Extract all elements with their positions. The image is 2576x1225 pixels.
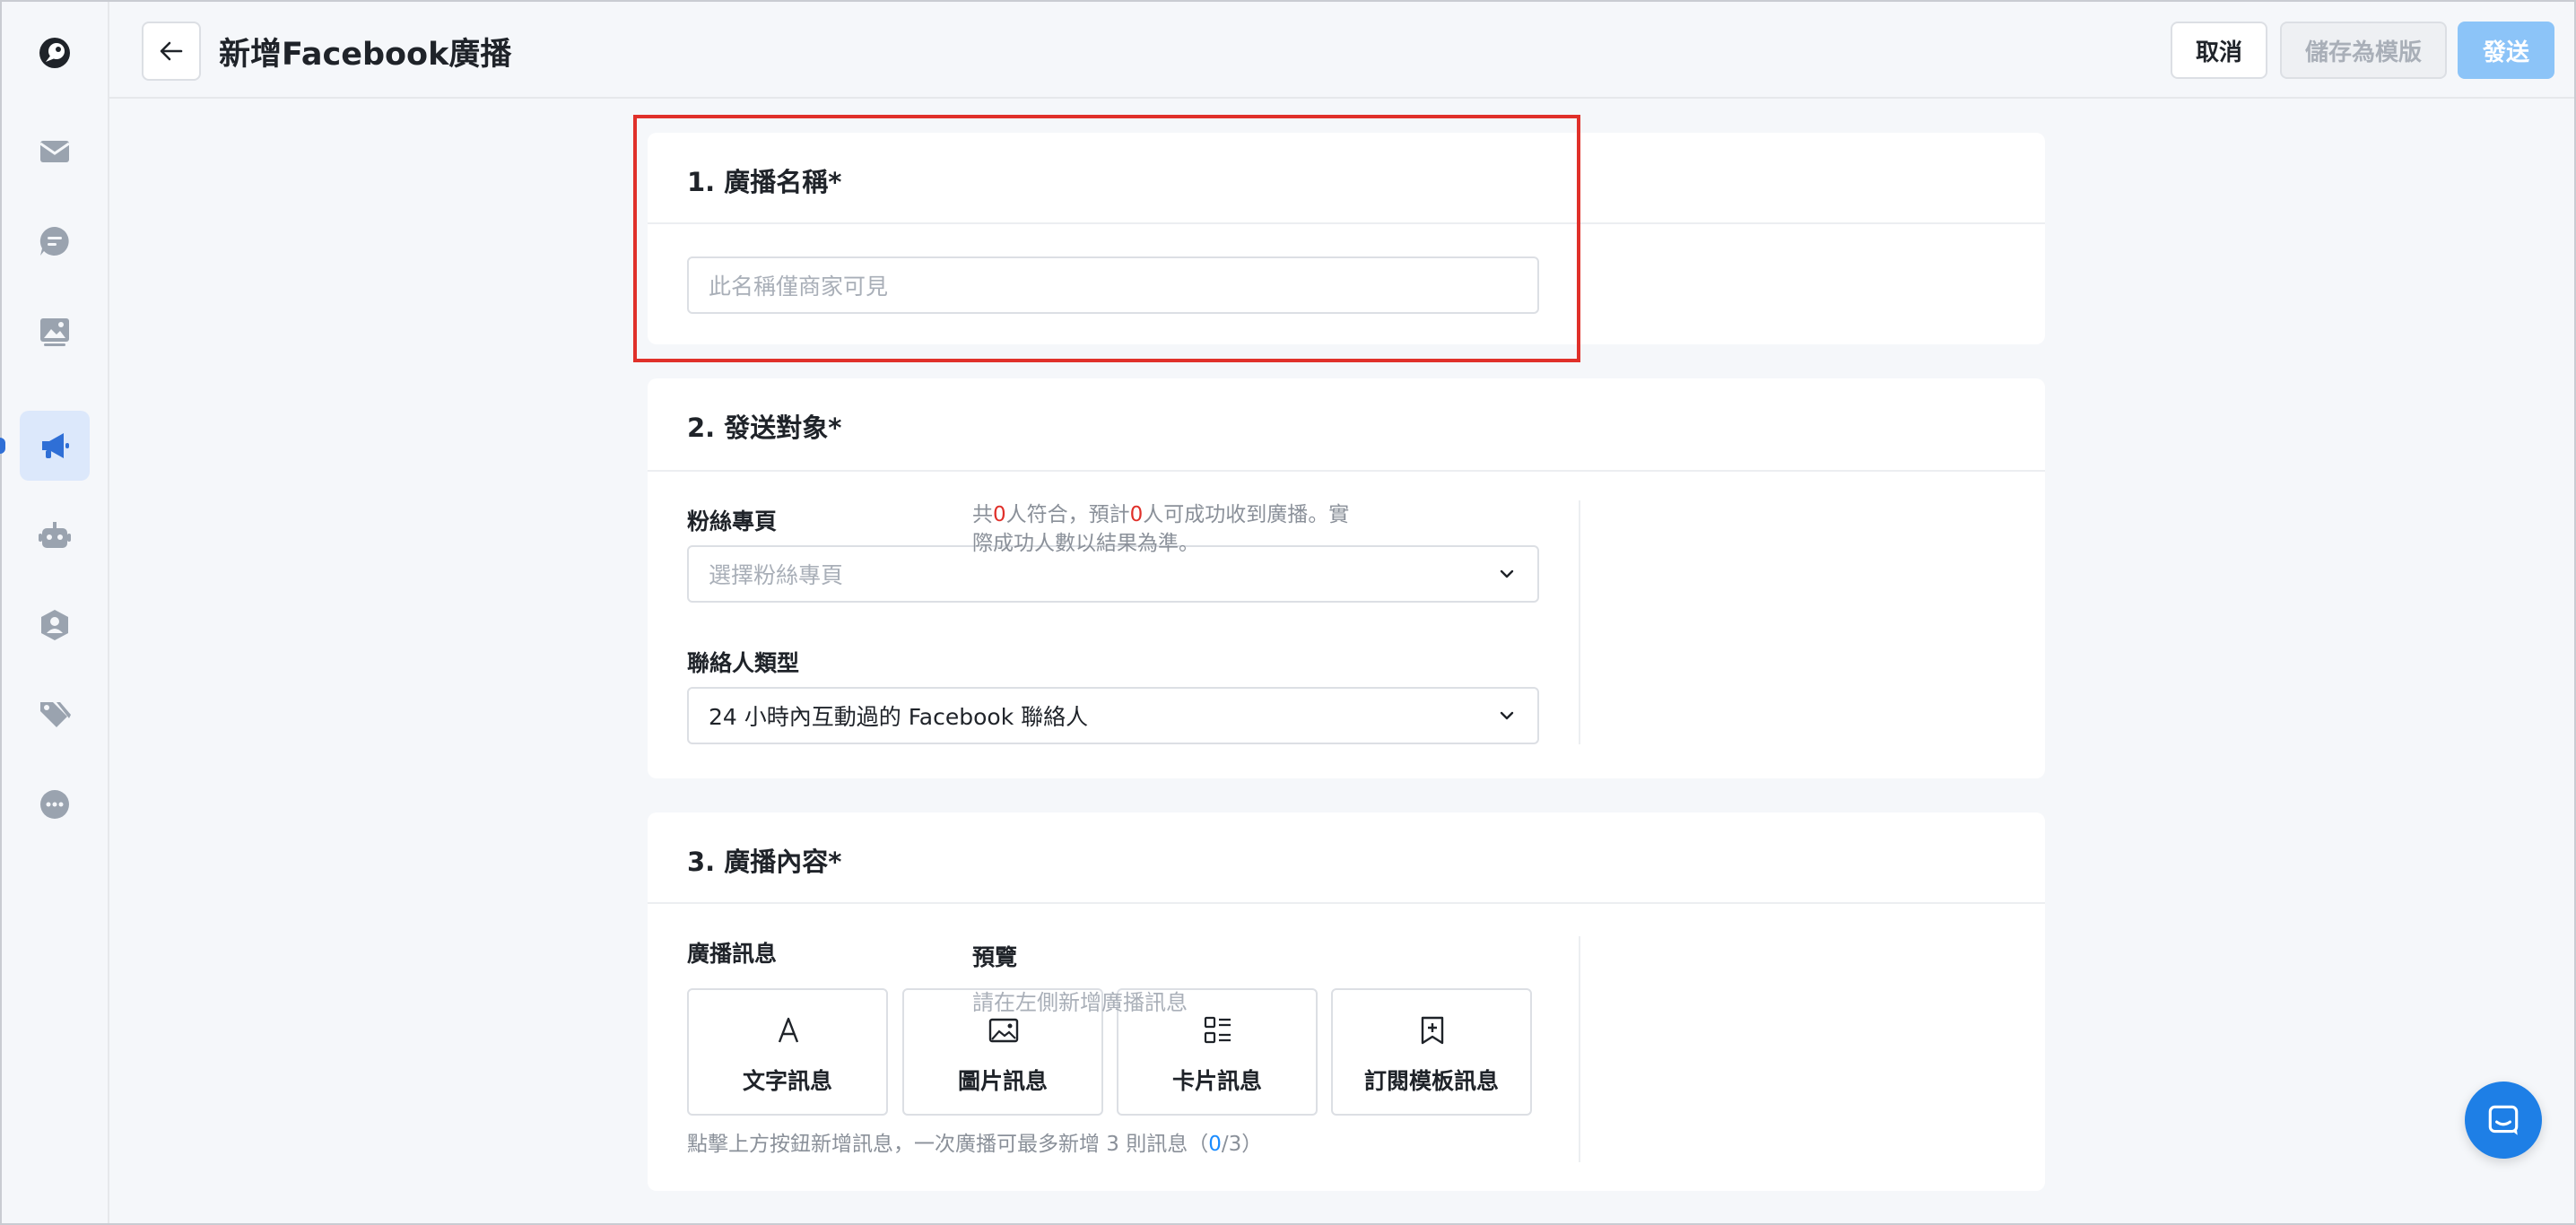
card-message-label: 卡片訊息: [1171, 1068, 1262, 1094]
cancel-button[interactable]: 取消: [2171, 22, 2267, 79]
active-indicator: [0, 438, 5, 454]
page-title: 新增Facebook廣播: [219, 37, 512, 73]
broadcast-icon: [42, 433, 69, 458]
chevron-down-icon: [1500, 711, 1514, 720]
save-template-button[interactable]: 儲存為模版: [2280, 22, 2447, 79]
reachable-count: 0: [1129, 503, 1144, 526]
sidebar-item-bot[interactable]: [20, 500, 90, 570]
hint-suffix: /3）: [1221, 1133, 1263, 1156]
fan-page-label: 粉絲專頁: [687, 508, 778, 534]
image-message-label: 圖片訊息: [957, 1068, 1048, 1094]
send-button[interactable]: 發送: [2458, 22, 2554, 79]
preview-title: 預覽: [972, 944, 1018, 970]
hint-current-count: 0: [1208, 1133, 1222, 1156]
bot-icon: [39, 522, 71, 548]
message-limit-hint: 點擊上方按鈕新增訊息，一次廣播可最多新增 3 則訊息（0/3）: [687, 1126, 1262, 1157]
summary-middle: 人符合，預計: [1005, 503, 1130, 526]
contact-type-select[interactable]: 24 小時內互動過的 Facebook 聯絡人: [687, 687, 1539, 744]
chat-icon: [39, 226, 69, 256]
card-icon: [1204, 1016, 1231, 1044]
media-icon: [40, 318, 69, 346]
preview-hint: 請在左側新增廣播訊息: [972, 990, 1188, 1015]
hint-prefix: 點擊上方按鈕新增訊息，一次廣播可最多新增 3 則訊息（: [687, 1133, 1209, 1156]
image-icon: [988, 1018, 1019, 1043]
summary-prefix: 共: [972, 503, 993, 526]
content-title: 3. 廣播內容*: [687, 847, 842, 877]
sidebar-item-broadcast[interactable]: [20, 411, 90, 481]
subscription-template-button[interactable]: 訂閱模板訊息: [1331, 988, 1532, 1116]
page-header: 新增Facebook廣播 取消 儲存為模版 發送: [109, 2, 2574, 99]
fan-page-placeholder: 選擇粉絲專頁: [709, 562, 844, 588]
app-logo[interactable]: [20, 18, 90, 88]
chevron-down-icon: [1500, 569, 1514, 578]
vertical-divider: [1579, 500, 1580, 744]
recipient-summary: 共0人符合，預計0人可成功收到廣播。實際成功人數以結果為準。: [972, 500, 1367, 558]
more-icon: [40, 790, 69, 819]
logo-icon: [39, 38, 70, 68]
sidebar-item-more[interactable]: [20, 769, 90, 839]
support-chat-button[interactable]: [2465, 1082, 2542, 1159]
subscription-template-icon: [1421, 1016, 1444, 1045]
contacts-icon: [41, 610, 68, 640]
divider: [648, 902, 2045, 904]
back-button[interactable]: [142, 22, 201, 81]
contact-type-label: 聯絡人類型: [687, 650, 800, 676]
vertical-divider: [1579, 936, 1580, 1162]
contact-type-value: 24 小時內互動過的 Facebook 聯絡人: [709, 704, 1089, 730]
highlight-annotation: [633, 115, 1580, 362]
matched-count: 0: [993, 503, 1006, 526]
sidebar-item-tags[interactable]: [20, 680, 90, 750]
inbox-icon: [39, 141, 70, 162]
message-label: 廣播訊息: [687, 941, 778, 967]
text-message-label: 文字訊息: [742, 1068, 832, 1094]
sidebar: [0, 2, 109, 1223]
divider: [648, 470, 2045, 472]
sidebar-item-inbox[interactable]: [20, 117, 90, 187]
subscription-template-label: 訂閱模板訊息: [1363, 1068, 1499, 1094]
recipients-card: 2. 發送對象* 粉絲專頁 選擇粉絲專頁 聯絡人類型 24 小時內互動過的 Fa…: [648, 378, 2045, 778]
recipients-title: 2. 發送對象*: [687, 413, 842, 443]
text-message-button[interactable]: 文字訊息: [687, 988, 888, 1116]
sidebar-item-contacts[interactable]: [20, 590, 90, 660]
chat-bubble-icon: [2488, 1105, 2519, 1135]
sidebar-item-chat[interactable]: [20, 206, 90, 276]
text-icon: [778, 1017, 799, 1043]
sidebar-item-media[interactable]: [20, 296, 90, 366]
arrow-left-icon: [160, 41, 183, 61]
tags-icon: [40, 702, 71, 727]
